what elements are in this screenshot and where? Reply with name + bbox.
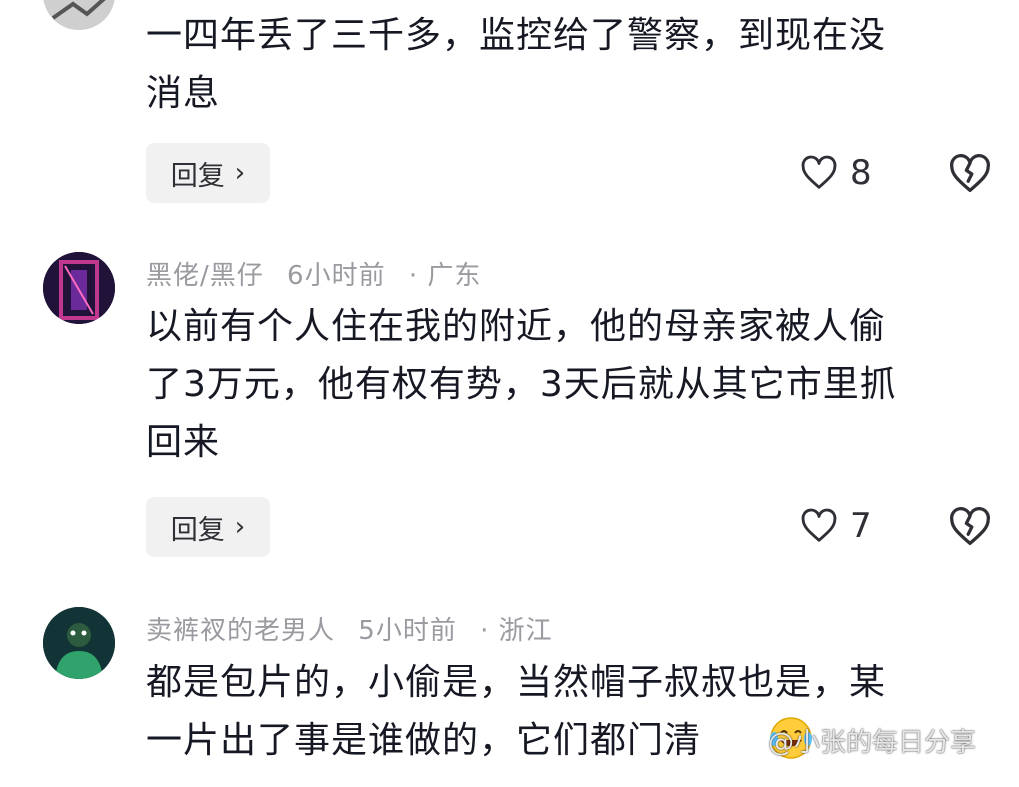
heart-outline-icon [801, 508, 837, 542]
comment-text: 一四年丢了三千多，监控给了警察，到现在没 消息 [146, 7, 1006, 123]
comment-text-line: 都是包片的，小偷是，当然帽子叔叔也是，某 [146, 662, 887, 703]
comment-text-line: 了3万元，他有权有势，3天后就从其它市里抓 [146, 364, 897, 405]
comment-location: · 浙江 [480, 616, 553, 646]
dislike-button[interactable] [948, 507, 992, 551]
like-count: 8 [850, 153, 872, 193]
reply-label: 回复 [170, 160, 225, 192]
avatar[interactable] [43, 607, 115, 679]
dislike-button[interactable] [948, 154, 992, 198]
broken-heart-icon [950, 154, 990, 192]
reply-label: 回复 [170, 514, 225, 546]
comment-text-line: 消息 [146, 73, 221, 114]
chevron-right-icon: › [234, 512, 246, 542]
comment-text-line: 一四年丢了三千多，监控给了警察，到现在没 [146, 15, 887, 56]
comment-meta: 黑佬/黑仔 6小时前 · 广东 [146, 255, 495, 292]
like-count: 7 [850, 506, 872, 546]
comment-text: 以前有个人住在我的附近，他的母亲家被人偷 了3万元，他有权有势，3天后就从其它市… [146, 298, 1006, 472]
comment-text-line: 以前有个人住在我的附近，他的母亲家被人偷 [146, 306, 887, 347]
broken-heart-icon [950, 507, 990, 545]
like-button[interactable]: 7 [800, 506, 872, 546]
watermark: @小张的每日分享 [768, 728, 977, 758]
reply-button[interactable]: 回复 › [146, 497, 270, 557]
comment-meta: 卖裤衩的老男人 5小时前 · 浙江 [146, 610, 567, 647]
chevron-right-icon: › [234, 158, 246, 188]
comment-location: · 广东 [408, 261, 482, 291]
comment-text-line: 回来 [146, 422, 221, 463]
like-button[interactable]: 8 [800, 153, 872, 193]
comment-time: 6小时前 [287, 261, 386, 291]
avatar[interactable] [43, 0, 115, 30]
avatar[interactable] [43, 252, 115, 324]
author-name[interactable]: 黑佬/黑仔 [146, 261, 264, 291]
reply-button[interactable]: 回复 › [146, 143, 270, 203]
author-name[interactable]: 卖裤衩的老男人 [146, 616, 335, 646]
heart-outline-icon [801, 155, 837, 189]
comment-time: 5小时前 [358, 616, 457, 646]
